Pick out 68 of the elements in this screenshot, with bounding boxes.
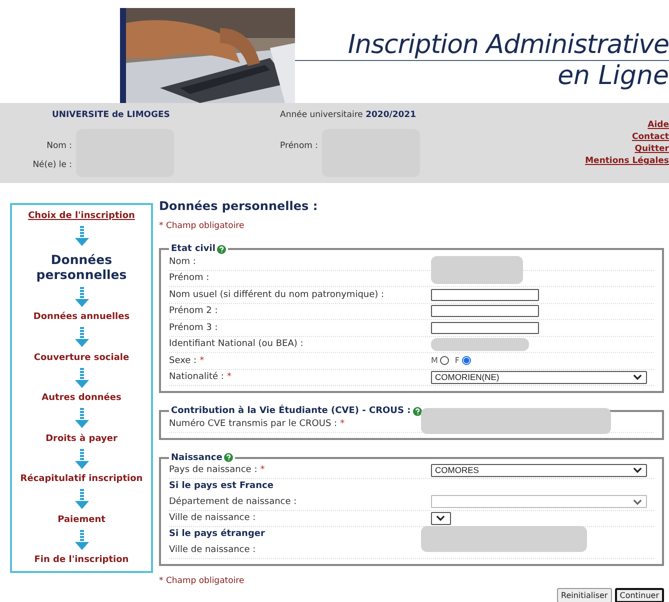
university-name: UNIVERSITE de LIMOGES xyxy=(51,110,171,120)
step-label: Fin de l'inscription xyxy=(34,555,129,565)
down-arrow-icon xyxy=(74,530,88,550)
step-link[interactable]: Choix de l'inscription xyxy=(28,211,135,221)
step-label: Données annuelles xyxy=(33,312,130,322)
field-label: Prénom : xyxy=(169,273,210,284)
subsection-title: Si le pays est France xyxy=(169,480,274,493)
chevron-down-icon xyxy=(633,374,642,380)
header-link[interactable]: Quitter xyxy=(634,144,669,154)
field-label: Né(e) le : xyxy=(32,160,72,170)
academic-year: Année universitaire 2020/2021 xyxy=(279,110,417,120)
step-label: Droits à payer xyxy=(46,434,118,444)
section-title: Etat civil xyxy=(171,244,216,254)
required-note: * Champ obligatoire xyxy=(159,221,246,231)
down-arrow-icon xyxy=(74,226,88,246)
field-label: Prénom 3 : xyxy=(169,322,218,333)
chevron-down-icon xyxy=(436,515,445,522)
down-arrow-icon xyxy=(74,368,88,388)
down-arrow-icon xyxy=(74,286,88,307)
chevron-down-icon xyxy=(633,467,642,474)
dropdown[interactable] xyxy=(431,512,451,525)
chevron-down-icon xyxy=(633,498,642,505)
header-link[interactable]: Contact xyxy=(632,132,669,142)
field-label: Nom usuel (si différent du nom patronymique) : xyxy=(169,290,384,300)
form-button[interactable]: Reinitialiser xyxy=(557,588,612,602)
field-label: Prénom 2 : xyxy=(169,306,218,316)
down-arrow-icon xyxy=(74,448,88,469)
required-mark: * xyxy=(260,465,265,476)
field-label: Prénom : xyxy=(280,141,318,151)
required-mark: * xyxy=(226,372,232,382)
field-label: Ville de naissance : xyxy=(169,544,256,555)
field-label: Nationalité : xyxy=(169,372,224,382)
required-mark: * xyxy=(200,356,204,366)
header-link[interactable]: Mentions Légales xyxy=(585,156,669,166)
text-field[interactable] xyxy=(431,288,539,301)
banner-title: Inscription Administrative xyxy=(348,30,669,60)
text-field[interactable] xyxy=(431,305,539,318)
header-link[interactable]: Aide xyxy=(648,120,669,130)
field-label: Nom : xyxy=(169,256,196,267)
field-label: Département de naissance : xyxy=(169,496,297,507)
page-title: Données personnelles : xyxy=(159,199,319,213)
field-label: Nom : xyxy=(46,141,72,151)
field-label: Numéro CVE transmis par le CROUS : xyxy=(169,418,338,429)
down-arrow-icon xyxy=(74,327,88,348)
step-label: Couverture sociale xyxy=(34,352,130,362)
section-title: Naissance xyxy=(171,452,222,462)
help-icon[interactable] xyxy=(217,244,226,254)
field-label: Identifiant National (ou BEA) : xyxy=(169,339,304,350)
dropdown[interactable]: COMORIEN(NE) xyxy=(431,370,647,384)
subsection-title: Si le pays étranger xyxy=(169,528,265,541)
down-arrow-icon xyxy=(74,489,88,510)
step-label: Paiement xyxy=(58,514,106,524)
required-note: * Champ obligatoire xyxy=(159,576,246,586)
section-title: Contribution à la Vie Étudiante (CVE) - CROUS : xyxy=(171,406,411,416)
current-step: Données personnelles xyxy=(12,252,151,282)
field-label: Ville de naissance : xyxy=(169,513,256,524)
help-icon[interactable] xyxy=(224,453,234,462)
help-icon[interactable] xyxy=(412,406,422,416)
required-mark: * xyxy=(340,418,345,429)
step-label: Récapitulatif inscription xyxy=(20,474,143,484)
field-label: Pays de naissance : xyxy=(169,465,258,476)
step-label: Autres données xyxy=(42,393,122,403)
field-label: Sexe : xyxy=(169,356,197,366)
banner-subtitle: en Ligne xyxy=(558,61,669,91)
text-field[interactable] xyxy=(431,322,539,334)
dropdown[interactable]: COMORES xyxy=(431,464,647,477)
form-button[interactable]: Continuer xyxy=(614,588,664,602)
down-arrow-icon xyxy=(74,408,88,428)
